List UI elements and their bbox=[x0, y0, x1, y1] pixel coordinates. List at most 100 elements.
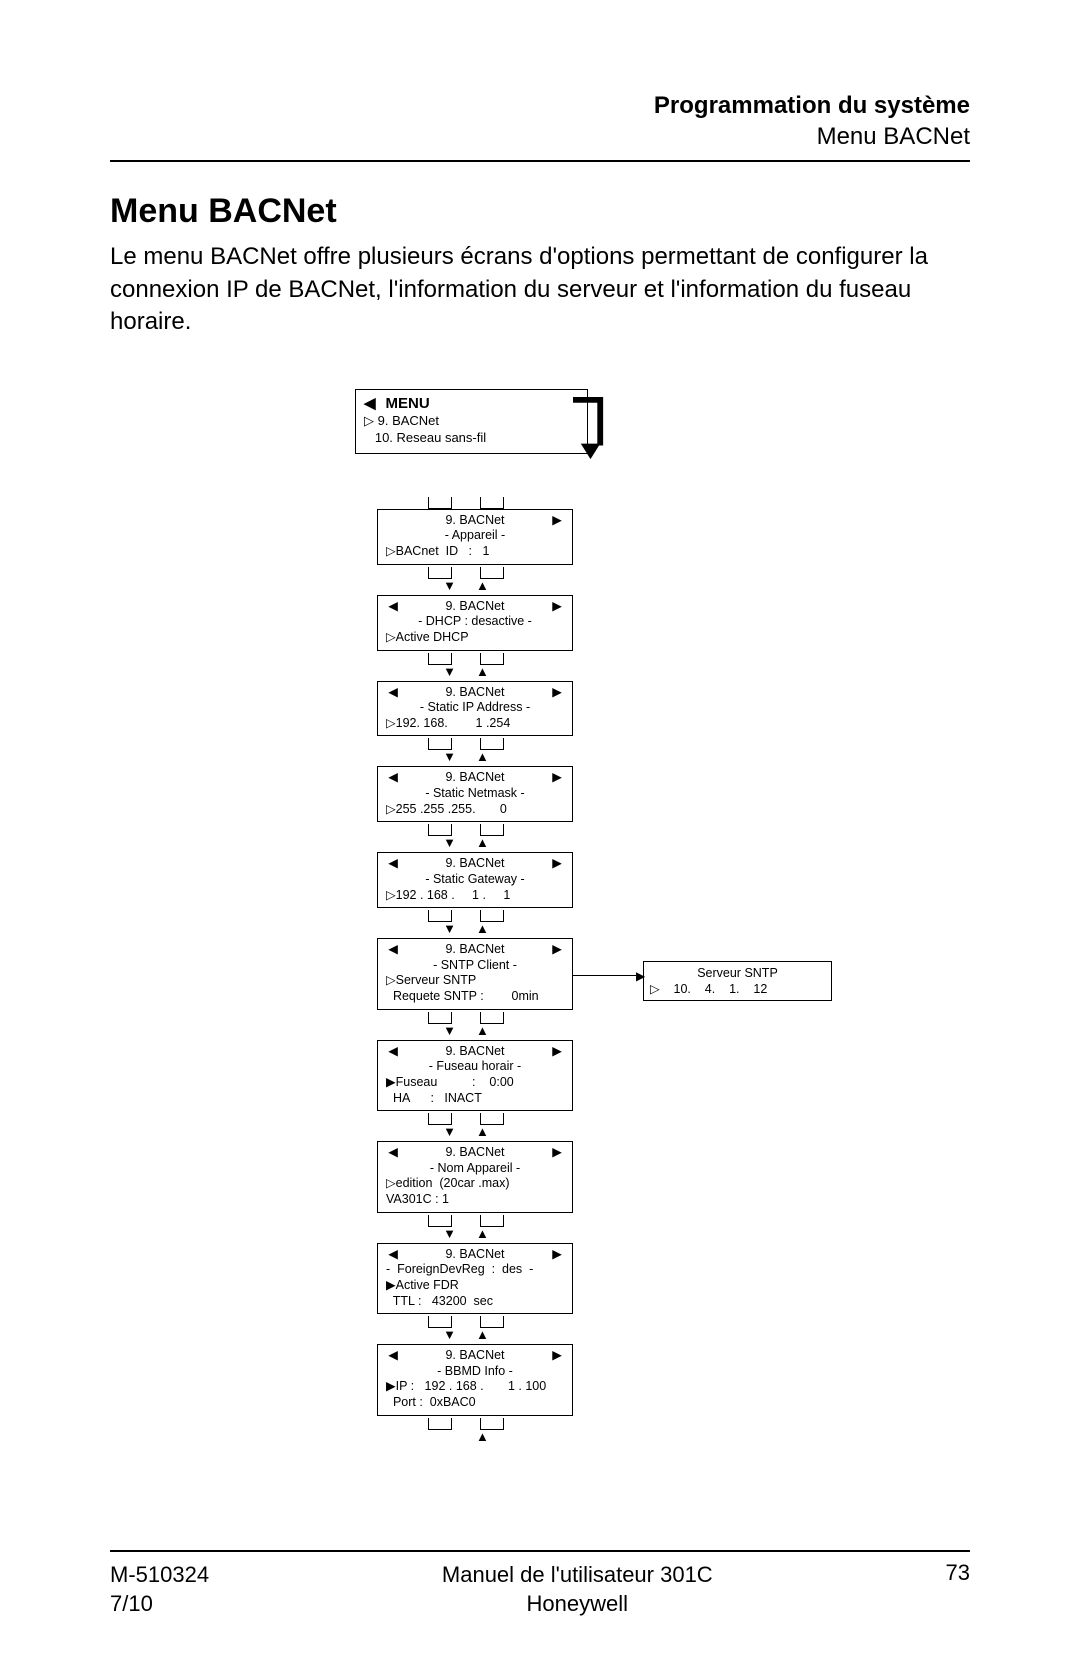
up-arrow-icon: ▲ bbox=[476, 579, 489, 595]
menu-screen-box: 9. BACNet▶- Appareil -▷BACnet ID : 1 bbox=[377, 509, 573, 565]
node-line: ▷192 . 168 . 1 . 1 bbox=[386, 888, 564, 904]
connector bbox=[377, 1010, 555, 1024]
node-line: VA301C : 1 bbox=[386, 1192, 564, 1208]
right-arrow-icon: ▶ bbox=[550, 1044, 564, 1060]
up-arrow-icon: ▲ bbox=[476, 1328, 489, 1344]
node-line: ▶IP : 192 . 168 . 1 . 100 bbox=[386, 1379, 564, 1395]
menu-screen-box: ◀9. BACNet▶- Fuseau horair -▶Fuseau : 0:… bbox=[377, 1040, 573, 1112]
down-arrow-icon: ▼ bbox=[443, 1328, 456, 1344]
node-title: 9. BACNet bbox=[400, 685, 550, 701]
node-title: 9. BACNet bbox=[400, 856, 550, 872]
node-line: - Static Netmask - bbox=[386, 786, 564, 802]
node-title: 9. BACNet bbox=[400, 1145, 550, 1161]
left-arrow-icon: ◀ bbox=[386, 1145, 400, 1161]
node-title: 9. BACNet bbox=[400, 599, 550, 615]
right-arrow-icon: ▶ bbox=[550, 1247, 564, 1263]
left-arrow-icon: ◀ bbox=[386, 1247, 400, 1263]
down-arrow-icon: ▼ bbox=[443, 1125, 456, 1141]
page-header: Programmation du système Menu BACNet bbox=[110, 90, 970, 152]
up-arrow-icon: ▲ bbox=[476, 1430, 489, 1446]
node-title: 9. BACNet bbox=[400, 770, 550, 786]
down-arrow-icon: ▼ bbox=[443, 665, 456, 681]
node-line: - DHCP : desactive - bbox=[386, 614, 564, 630]
right-arrow-icon: ▶ bbox=[550, 856, 564, 872]
node-line: - Fuseau horair - bbox=[386, 1059, 564, 1075]
node-line: Requete SNTP : 0min bbox=[386, 989, 564, 1005]
nav-arrows: ▼▲ bbox=[377, 1024, 555, 1040]
left-arrow-icon: ◀ bbox=[386, 599, 400, 615]
node-line: ▷Active DHCP bbox=[386, 630, 564, 646]
node-title: 9. BACNet bbox=[400, 1247, 550, 1263]
node-line: - BBMD Info - bbox=[386, 1364, 564, 1380]
node-line: ▷192. 168. 1 .254 bbox=[386, 716, 564, 732]
menu-screen-box: ◀9. BACNet▶- BBMD Info -▶IP : 192 . 168 … bbox=[377, 1344, 573, 1416]
connector bbox=[377, 1213, 555, 1227]
header-section: Programmation du système bbox=[110, 90, 970, 121]
menu-item: 10. Reseau sans-fil bbox=[364, 430, 579, 447]
up-arrow-icon: ▲ bbox=[476, 750, 489, 766]
connector bbox=[377, 1314, 555, 1328]
node-line: ▷255 .255 .255. 0 bbox=[386, 802, 564, 818]
footer-docnum: M-510324 bbox=[110, 1560, 209, 1590]
entry-arrow-icon bbox=[573, 395, 608, 463]
right-arrow-icon: ▶ bbox=[550, 1348, 564, 1364]
left-arrow-icon: ◀ bbox=[386, 942, 400, 958]
node-line: - Static Gateway - bbox=[386, 872, 564, 888]
node-line: ▷edition (20car .max) bbox=[386, 1176, 564, 1192]
flow-diagram: ◀ MENU ▷ 9. BACNet 10. Reseau sans-fil 9… bbox=[325, 389, 865, 1446]
intro-paragraph: Le menu BACNet offre plusieurs écrans d'… bbox=[110, 241, 970, 338]
menu-screen-box: ◀9. BACNet▶- SNTP Client -▷Serveur SNTP … bbox=[377, 938, 573, 1010]
connector bbox=[377, 651, 555, 665]
left-arrow-icon: ◀ bbox=[386, 1348, 400, 1364]
down-arrow-icon: ▼ bbox=[443, 922, 456, 938]
connector bbox=[377, 736, 555, 750]
nav-arrows: ▼▲ bbox=[377, 1125, 555, 1141]
footer-divider bbox=[110, 1550, 970, 1552]
nav-arrows: ▼▲ bbox=[377, 836, 555, 852]
footer-manual-title: Manuel de l'utilisateur 301C bbox=[442, 1560, 713, 1590]
right-arrow-icon: ▶ bbox=[550, 1145, 564, 1161]
nav-arrows: ▼▲ bbox=[377, 750, 555, 766]
node-title: 9. BACNet bbox=[400, 1044, 550, 1060]
footer-date: 7/10 bbox=[110, 1589, 209, 1619]
node-line: TTL : 43200 sec bbox=[386, 1294, 564, 1310]
right-arrow-icon: ▶ bbox=[550, 685, 564, 701]
node-line: ▶Fuseau : 0:00 bbox=[386, 1075, 564, 1091]
menu-label: MENU bbox=[386, 394, 430, 414]
up-arrow-icon: ▲ bbox=[476, 1024, 489, 1040]
down-arrow-icon: ▼ bbox=[443, 1024, 456, 1040]
nav-arrows: ▼▲ bbox=[377, 1227, 555, 1243]
node-line: Port : 0xBAC0 bbox=[386, 1395, 564, 1411]
footer-page-number: 73 bbox=[946, 1560, 970, 1586]
header-divider bbox=[110, 160, 970, 162]
page-title: Menu BACNet bbox=[110, 192, 970, 231]
node-line: - ForeignDevReg : des - bbox=[386, 1262, 564, 1278]
connector bbox=[377, 908, 555, 922]
sntp-server-box: Serveur SNTP ▷ 10. 4. 1. 12 bbox=[643, 961, 832, 1002]
right-arrow-icon: ▶ bbox=[550, 942, 564, 958]
up-arrow-icon: ▲ bbox=[476, 1125, 489, 1141]
right-arrow-icon: ▶ bbox=[550, 599, 564, 615]
connector-line bbox=[573, 975, 641, 976]
node-line: ▷BACnet ID : 1 bbox=[386, 544, 564, 560]
menu-screen-box: ◀9. BACNet▶- ForeignDevReg : des -▶Activ… bbox=[377, 1243, 573, 1315]
left-arrow-icon: ◀ bbox=[386, 856, 400, 872]
nav-arrows: ▼▲ bbox=[377, 922, 555, 938]
node-title: 9. BACNet bbox=[400, 942, 550, 958]
menu-root-box: ◀ MENU ▷ 9. BACNet 10. Reseau sans-fil bbox=[355, 389, 588, 454]
node-title: 9. BACNet bbox=[400, 1348, 550, 1364]
up-arrow-icon: ▲ bbox=[476, 665, 489, 681]
footer-brand: Honeywell bbox=[442, 1589, 713, 1619]
node-line: ▷Serveur SNTP bbox=[386, 973, 564, 989]
up-arrow-icon: ▲ bbox=[476, 1227, 489, 1243]
down-arrow-icon: ▼ bbox=[443, 836, 456, 852]
node-title: 9. BACNet bbox=[400, 513, 550, 529]
menu-screen-box: ◀9. BACNet▶- Static Gateway -▷192 . 168 … bbox=[377, 852, 573, 908]
up-arrow-icon: ▲ bbox=[476, 836, 489, 852]
node-line: ▶Active FDR bbox=[386, 1278, 564, 1294]
node-line: - SNTP Client - bbox=[386, 958, 564, 974]
connector bbox=[377, 565, 555, 579]
node-line: HA : INACT bbox=[386, 1091, 564, 1107]
node-line: - Nom Appareil - bbox=[386, 1161, 564, 1177]
header-subsection: Menu BACNet bbox=[110, 121, 970, 152]
